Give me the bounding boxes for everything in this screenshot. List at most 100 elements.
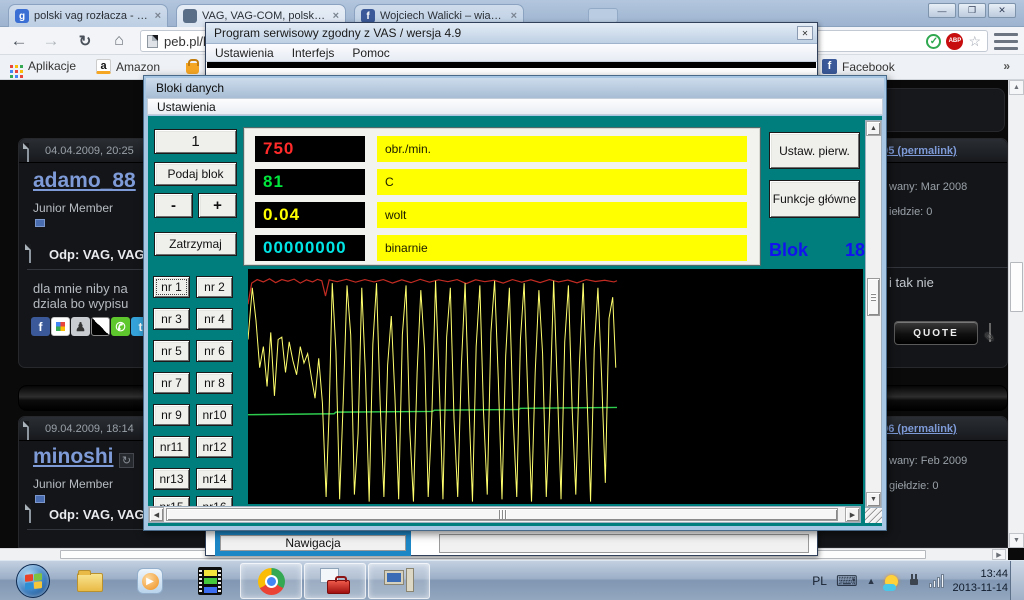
edit-post-icon[interactable] <box>989 323 991 342</box>
block-button-12[interactable]: nr12 <box>196 436 233 458</box>
menu-icon[interactable] <box>994 33 1018 50</box>
desktop: g polski vag rozłacza - Szuka × VAG, VAG… <box>0 0 1024 600</box>
keyboard-icon[interactable]: ⌨ <box>836 572 858 590</box>
share-delicious-icon[interactable] <box>91 317 110 336</box>
scrollbar-thumb[interactable] <box>1010 262 1023 312</box>
block-button-8[interactable]: nr 8 <box>196 372 233 394</box>
quote-button[interactable]: QUOTE <box>894 321 978 345</box>
user-flag-icon <box>35 495 45 503</box>
scroll-left-icon[interactable]: ◀ <box>149 507 164 522</box>
block-button-10[interactable]: nr10 <box>196 404 233 426</box>
block-button-3[interactable]: nr 3 <box>153 308 190 330</box>
scroll-up-icon[interactable]: ▲ <box>866 121 881 136</box>
share-facebook-icon[interactable]: f <box>31 317 50 336</box>
taskbar-explorer-button[interactable] <box>64 563 116 599</box>
menu-ustawienia[interactable]: Ustawienia <box>206 46 283 60</box>
trade-text: iełdzie: 0 <box>889 206 933 218</box>
tab-close-icon[interactable]: × <box>333 10 339 22</box>
scrollbar-thumb[interactable] <box>166 508 838 521</box>
home-button[interactable]: ⌂ <box>106 29 132 53</box>
permalink-link[interactable]: 106 (permalink) <box>876 423 957 435</box>
scroll-right-icon[interactable]: ▶ <box>992 549 1006 560</box>
menu-interfejs[interactable]: Interfejs <box>283 46 344 60</box>
share-technorati-icon[interactable]: ✆ <box>111 317 130 336</box>
windows-flag-icon <box>24 572 42 590</box>
weather-icon[interactable] <box>882 574 898 591</box>
window-close-button[interactable]: ✕ <box>988 3 1016 18</box>
status-check-icon[interactable]: ✓ <box>926 33 942 49</box>
increment-button[interactable]: + <box>198 193 237 218</box>
block-button-9[interactable]: nr 9 <box>153 404 190 426</box>
block-button-11[interactable]: nr11 <box>153 436 190 458</box>
username-link[interactable]: minoshi <box>33 445 114 469</box>
readout-unit-rpm: obr./min. <box>377 136 747 162</box>
share-digg-icon[interactable]: ♟ <box>71 317 90 336</box>
taskbar-vas-button[interactable] <box>304 563 366 599</box>
block-button-5[interactable]: nr 5 <box>153 340 190 362</box>
show-desktop-button[interactable] <box>1010 561 1024 600</box>
back-button[interactable]: ← <box>6 29 32 53</box>
taskbar-media-player-button[interactable]: ▶ <box>124 563 176 599</box>
ustaw-pierw-button[interactable]: Ustaw. pierw. <box>769 132 860 169</box>
graph-svg <box>248 269 863 504</box>
decrement-button[interactable]: - <box>154 193 193 218</box>
window-minimize-button[interactable]: — <box>928 3 956 18</box>
show-hidden-icons-chevron[interactable]: ▲ <box>867 576 876 586</box>
resize-grip[interactable] <box>865 508 882 523</box>
vas-panel-strip <box>207 62 816 68</box>
clock[interactable]: 13:44 2013-11-14 <box>953 567 1008 595</box>
scroll-up-icon[interactable]: ▲ <box>1009 80 1024 95</box>
forward-button[interactable]: → <box>38 29 64 53</box>
vas-close-icon[interactable]: ✕ <box>797 26 813 40</box>
network-signal-icon[interactable] <box>928 574 944 588</box>
post-icon <box>27 421 29 440</box>
menu-pomoc[interactable]: Pomoc <box>343 46 398 60</box>
vas-blank-button[interactable] <box>439 534 809 553</box>
nawigacja-button[interactable]: Nawigacja <box>220 535 406 551</box>
bookmark-amazon[interactable]: a Amazon <box>96 59 160 74</box>
scroll-down-icon[interactable]: ▼ <box>866 492 881 507</box>
scroll-down-icon[interactable]: ▼ <box>1009 533 1024 548</box>
reload-button[interactable]: ↻ <box>72 29 98 53</box>
browser-vertical-scrollbar[interactable]: ▲ ▼ <box>1008 80 1024 548</box>
scrollbar-thumb[interactable] <box>867 278 880 316</box>
block-button-6[interactable]: nr 6 <box>196 340 233 362</box>
tab-close-icon[interactable]: × <box>511 10 517 22</box>
bloki-vertical-scrollbar[interactable]: ▲ ▼ <box>865 120 882 508</box>
zatrzymaj-button[interactable]: Zatrzymaj <box>154 232 237 256</box>
block-button-7[interactable]: nr 7 <box>153 372 190 394</box>
scroll-right-icon[interactable]: ▶ <box>845 507 860 522</box>
block-button-4[interactable]: nr 4 <box>196 308 233 330</box>
block-button-1[interactable]: nr 1 <box>153 276 190 298</box>
new-tab-button[interactable] <box>588 8 618 23</box>
bookmark-shop[interactable] <box>186 59 199 74</box>
block-button-14[interactable]: nr14 <box>196 468 233 490</box>
taskbar-computer-button[interactable] <box>368 563 430 599</box>
bookmark-star-icon[interactable]: ☆ <box>968 33 981 50</box>
power-plug-icon[interactable] <box>907 574 920 588</box>
share-google-icon[interactable] <box>51 317 70 336</box>
tab-google-search[interactable]: g polski vag rozłacza - Szuka × <box>8 4 168 27</box>
bookmarks-overflow-chevron[interactable]: » <box>1003 59 1010 73</box>
permalink-link[interactable]: 105 (permalink) <box>876 145 957 157</box>
language-indicator[interactable]: PL <box>812 574 827 588</box>
bookmark-facebook[interactable]: f Facebook <box>822 59 895 74</box>
funkcje-glowne-button[interactable]: Funkcje główne <box>769 180 860 218</box>
bloki-titlebar[interactable]: Bloki danych <box>146 78 884 98</box>
menu-ustawienia[interactable]: Ustawienia <box>148 100 225 114</box>
user-role: Junior Member <box>33 201 114 215</box>
measurement-graph <box>248 269 863 504</box>
adblock-icon[interactable]: ABP <box>946 32 964 50</box>
vas-titlebar[interactable]: Program serwisowy zgodny z VAS / wersja … <box>206 23 817 44</box>
podaj-blok-button[interactable]: Podaj blok <box>154 162 237 186</box>
bookmark-apps[interactable]: Aplikacje <box>8 59 76 73</box>
username-link[interactable]: adamo_88 <box>33 169 136 193</box>
block-button-2[interactable]: nr 2 <box>196 276 233 298</box>
tab-close-icon[interactable]: × <box>155 10 161 22</box>
start-button[interactable] <box>16 564 50 598</box>
window-maximize-button[interactable]: ❐ <box>958 3 986 18</box>
bloki-horizontal-scrollbar[interactable]: ◀ ▶ <box>148 506 861 523</box>
taskbar-video-app-button[interactable] <box>184 563 236 599</box>
taskbar-chrome-button[interactable] <box>240 563 302 599</box>
block-button-13[interactable]: nr13 <box>153 468 190 490</box>
